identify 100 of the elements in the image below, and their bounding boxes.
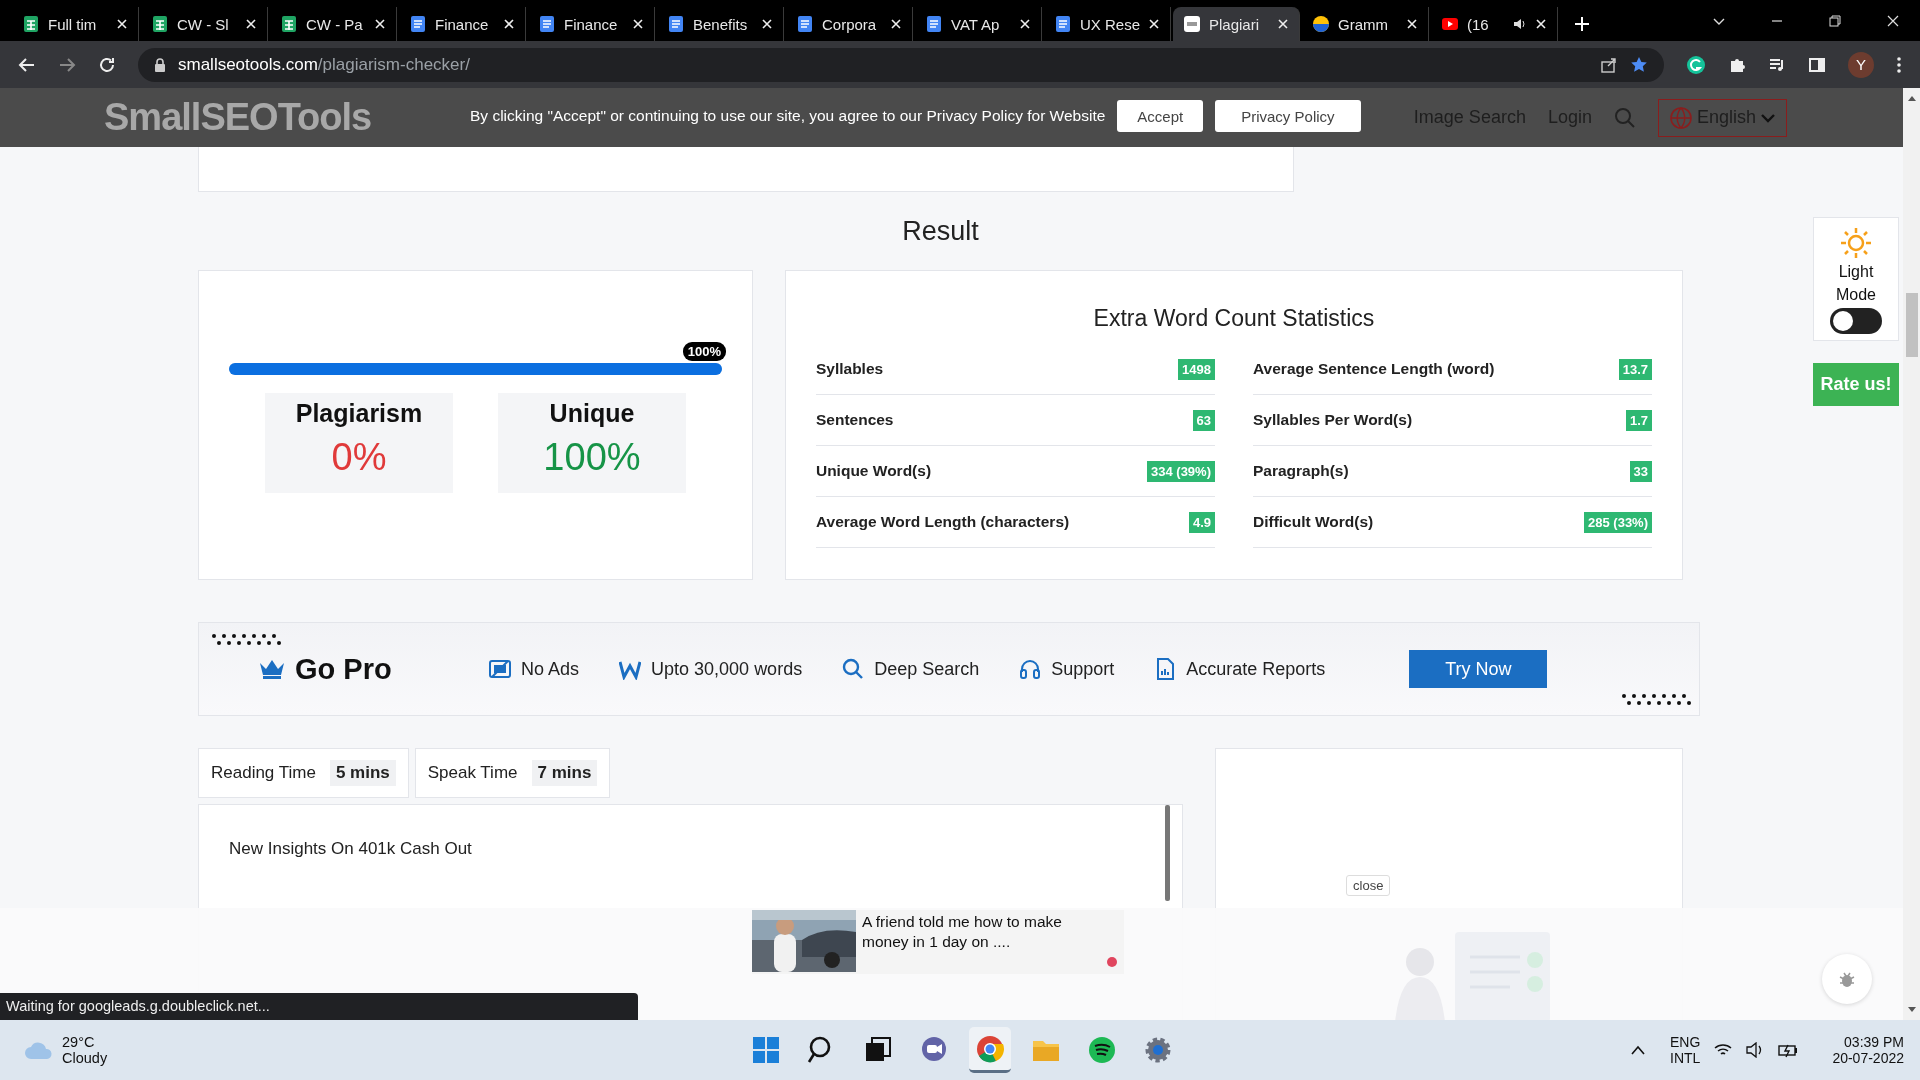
close-icon[interactable] [1535,18,1547,30]
promo-title: Go Pro [295,652,392,686]
tab-title: Plagiari [1209,15,1261,33]
tab-title: Gramm [1338,15,1389,33]
profile-avatar[interactable]: Y [1848,51,1874,78]
ad-card[interactable]: A friend told me how to make money in 1 day on .... [752,910,1124,974]
stat-label: Syllables Per Word(s) [1253,411,1413,429]
close-button[interactable]: close [1346,875,1391,896]
sheets-icon [280,15,298,33]
close-icon[interactable] [503,18,515,30]
tab-title: Full tim [48,15,98,33]
crown-icon [259,659,285,679]
chevron-up-icon[interactable] [1630,1045,1647,1055]
share-icon[interactable] [1600,55,1618,74]
weather-widget[interactable]: 29°C Cloudy [24,1034,108,1066]
back-icon[interactable] [18,55,36,74]
globe-icon [1668,105,1693,130]
stat-label: Syllables [815,360,884,378]
close-icon[interactable] [1406,18,1418,30]
address-bar[interactable]: smallseotools.com/plagiarism-checker/ [138,47,1664,82]
close-icon[interactable] [1886,13,1900,28]
feature-label: Upto 30,000 words [651,658,803,680]
document-icon [925,15,943,33]
battery-icon[interactable] [1778,1042,1799,1058]
document-icon [538,15,556,33]
score-value: 0% [331,436,387,479]
cookie-notice: By clicking "Accept" or continuing to use our site, you agree to our Privacy Policy for Website [470,107,1106,125]
stat-label: Paragraph(s) [1253,462,1349,480]
clock[interactable]: 03:39 PM 20-07-2022 [1832,1034,1904,1066]
site-logo[interactable]: SmallSEOTools [104,96,372,139]
sidebar-icon[interactable] [1808,55,1826,74]
ad-text[interactable]: A friend told me how to make money in 1 day on .... [862,910,1102,974]
browser-tab[interactable]: Plagiari [1173,7,1300,41]
scroll-down-icon[interactable] [1906,1006,1917,1014]
wifi-icon[interactable] [1714,1042,1733,1058]
stat-label: Average Word Length (characters) [815,513,1070,531]
scrollbar-thumb[interactable] [1165,805,1171,901]
try-now-button[interactable]: Try Now [1409,650,1548,688]
sheets-icon [151,15,169,33]
close-icon[interactable] [374,18,386,30]
restore-icon[interactable] [1828,13,1842,28]
close-icon[interactable] [1277,18,1289,30]
forward-icon[interactable] [58,55,76,74]
more-icon[interactable] [1896,55,1902,74]
time-label: Speak Time [427,763,518,783]
stat-value: 33 [1629,460,1652,482]
stat-value: 1498 [1178,358,1215,380]
bug-report-button[interactable] [1822,954,1872,1004]
reload-icon[interactable] [98,55,116,74]
extension-g-icon[interactable] [1686,54,1706,75]
card-title: Extra Word Count Statistics [1092,305,1376,332]
dark-mode-toggle[interactable] [1830,308,1882,334]
close-icon[interactable] [761,18,773,30]
stat-label: Average Sentence Length (word) [1253,360,1495,378]
video-icon [1441,15,1459,33]
scroll-up-icon[interactable] [1906,94,1917,102]
document-icon [1054,15,1072,33]
url-text: smallseotools.com/plagiarism-checker/ [178,54,471,75]
stat-value: 13.7 [1618,358,1652,380]
tab-title: CW - Pa [306,15,364,33]
time-value: 7 mins [531,760,598,786]
progress-label: 100% [682,342,726,361]
time-value: 5 mins [329,760,396,786]
stat-value: 63 [1192,409,1215,431]
document-icon [796,15,814,33]
stat-label: Unique Word(s) [815,462,932,480]
weather-condition: Cloudy [62,1050,108,1066]
score-value: 100% [543,436,641,479]
accept-button[interactable]: Accept [1117,100,1204,132]
section-title: Result [901,216,980,248]
windows-icon [751,1035,781,1065]
article-title: New Insights On 401k Cash Out [229,839,473,859]
lock-icon [154,57,166,72]
tab-title: Finance [564,15,619,33]
close-icon[interactable] [245,18,257,30]
theme-label: Light Mode [1835,262,1877,305]
tab-title: UX Rese [1080,15,1140,33]
caret-icon [1760,111,1776,124]
feature-label: No Ads [521,658,580,680]
score-label: Plagiarism [295,399,423,428]
browser-icon [975,1033,1005,1064]
music-app-icon [1087,1035,1117,1065]
privacy-policy-button[interactable]: Privacy Policy [1215,100,1361,132]
stat-value: 334 (39%) [1147,460,1215,482]
new-tab-icon[interactable] [1574,16,1590,32]
input-language[interactable]: ENG INTL [1670,1034,1701,1066]
time-label: Reading Time [211,763,316,783]
close-icon[interactable] [1148,18,1160,30]
report-icon [1154,658,1177,680]
scrollbar[interactable] [1903,88,1920,1020]
close-icon[interactable] [890,18,902,30]
close-icon[interactable] [632,18,644,30]
globe-icon [1312,15,1330,33]
close-icon[interactable] [1019,18,1031,30]
close-icon[interactable] [116,18,128,30]
dots-decoration [211,633,281,645]
star-icon[interactable] [1630,55,1648,74]
headset-icon [1019,658,1042,680]
scrollbar-thumb[interactable] [1906,293,1918,357]
document-icon [667,15,685,33]
